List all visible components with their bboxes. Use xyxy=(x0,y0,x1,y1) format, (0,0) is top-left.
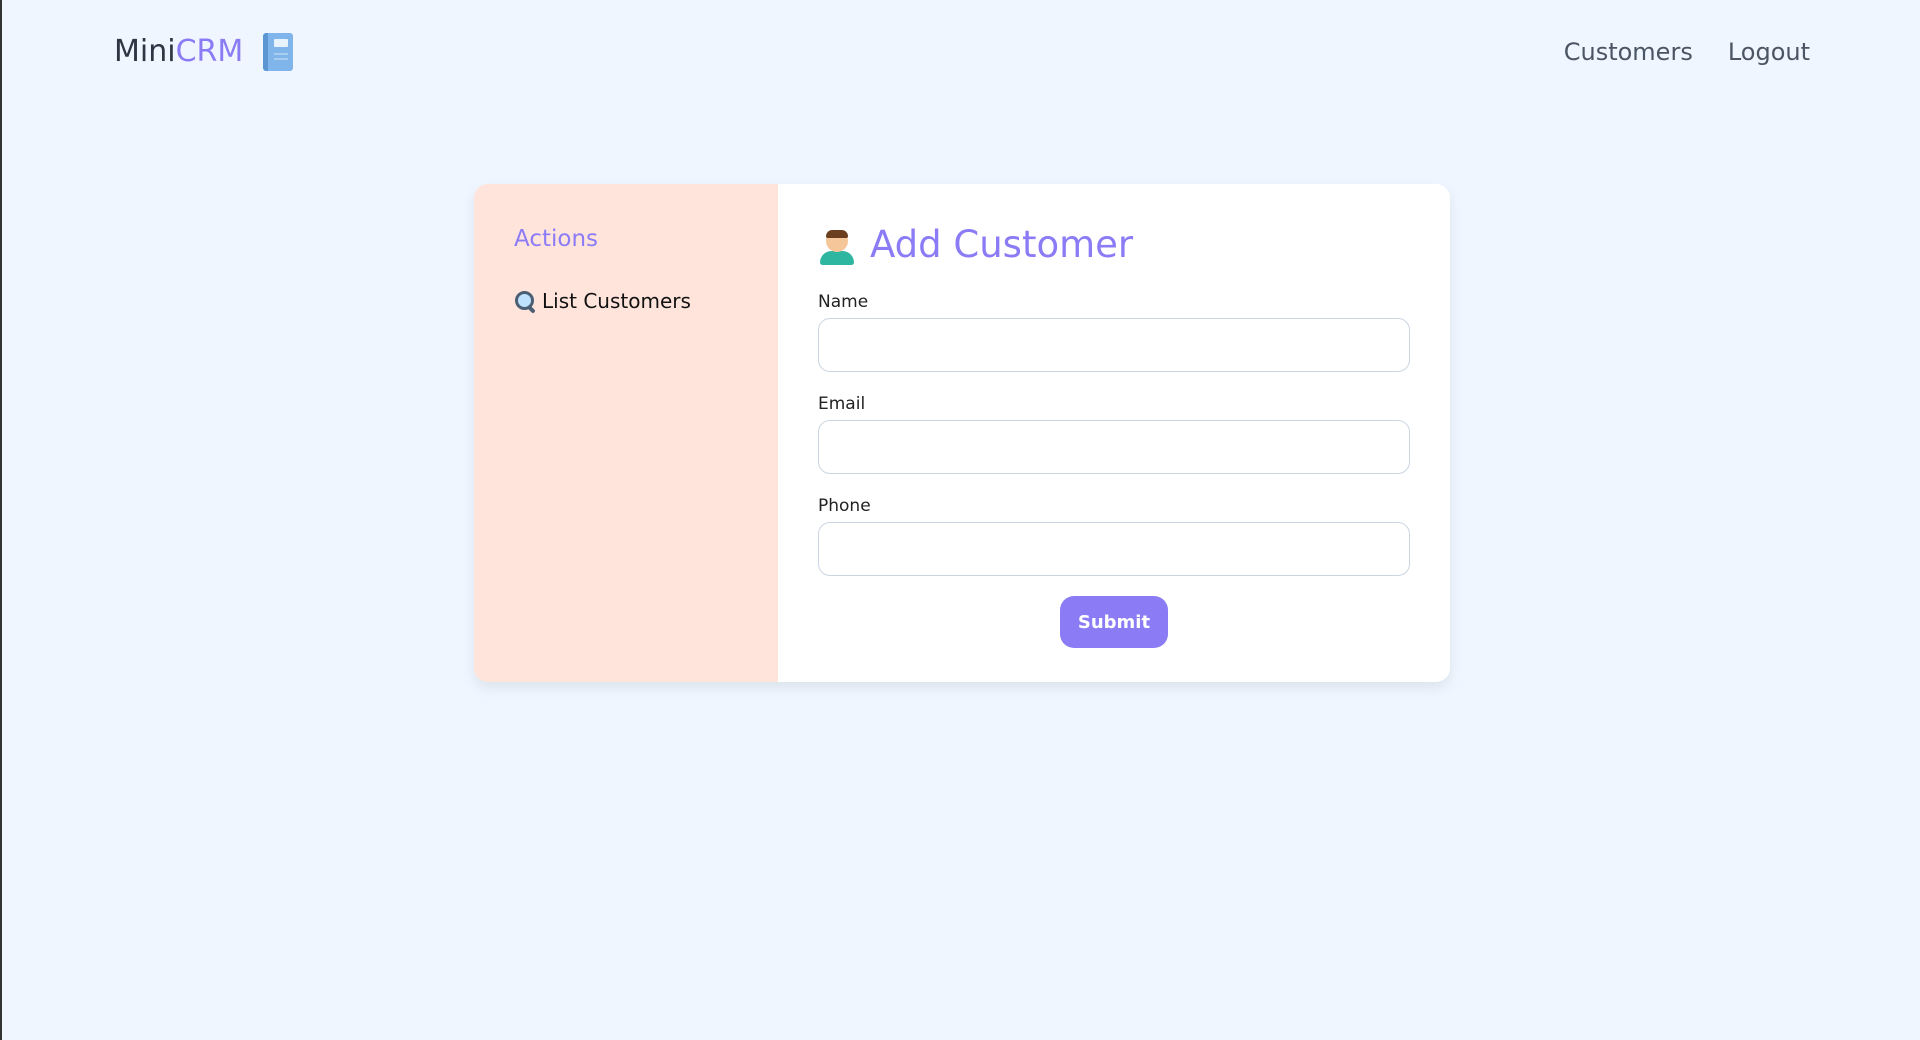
name-label: Name xyxy=(818,292,869,312)
brand-name-accent: CRM xyxy=(175,34,244,69)
submit-button[interactable]: Submit xyxy=(1060,596,1168,648)
phone-input[interactable] xyxy=(818,522,1410,576)
name-field-group: Name xyxy=(818,290,1410,372)
sidebar-item-list-customers[interactable]: List Customers xyxy=(514,286,778,316)
main-nav: Customers Logout xyxy=(1564,34,1810,70)
brand-name-main: Mini xyxy=(114,34,176,69)
nav-link-logout[interactable]: Logout xyxy=(1728,34,1810,70)
page-title-text: Add Customer xyxy=(870,223,1134,266)
phone-field-group: Phone xyxy=(818,494,1410,576)
magnifying-glass-icon xyxy=(514,290,536,314)
email-field-group: Email xyxy=(818,392,1410,474)
form-panel: Add Customer Name Email Phone Submit xyxy=(778,184,1450,682)
window-edge xyxy=(0,0,2,1040)
name-input[interactable] xyxy=(818,318,1410,372)
top-navbar: Mini CRM Customers Logout xyxy=(0,0,1920,104)
brand-logo[interactable]: Mini CRM xyxy=(114,30,294,74)
notebook-icon xyxy=(263,33,294,71)
actions-sidebar: Actions List Customers xyxy=(474,184,778,682)
submit-row: Submit xyxy=(818,596,1410,648)
nav-link-customers[interactable]: Customers xyxy=(1564,34,1693,70)
page-title: Add Customer xyxy=(818,220,1410,270)
add-customer-card: Actions List Customers Add Customer Name… xyxy=(474,184,1450,682)
add-customer-form: Name Email Phone Submit xyxy=(818,290,1410,648)
email-label: Email xyxy=(818,394,866,414)
person-icon xyxy=(818,225,856,265)
email-input[interactable] xyxy=(818,420,1410,474)
sidebar-title: Actions xyxy=(514,226,599,252)
phone-label: Phone xyxy=(818,496,871,516)
sidebar-item-label: List Customers xyxy=(542,289,691,313)
